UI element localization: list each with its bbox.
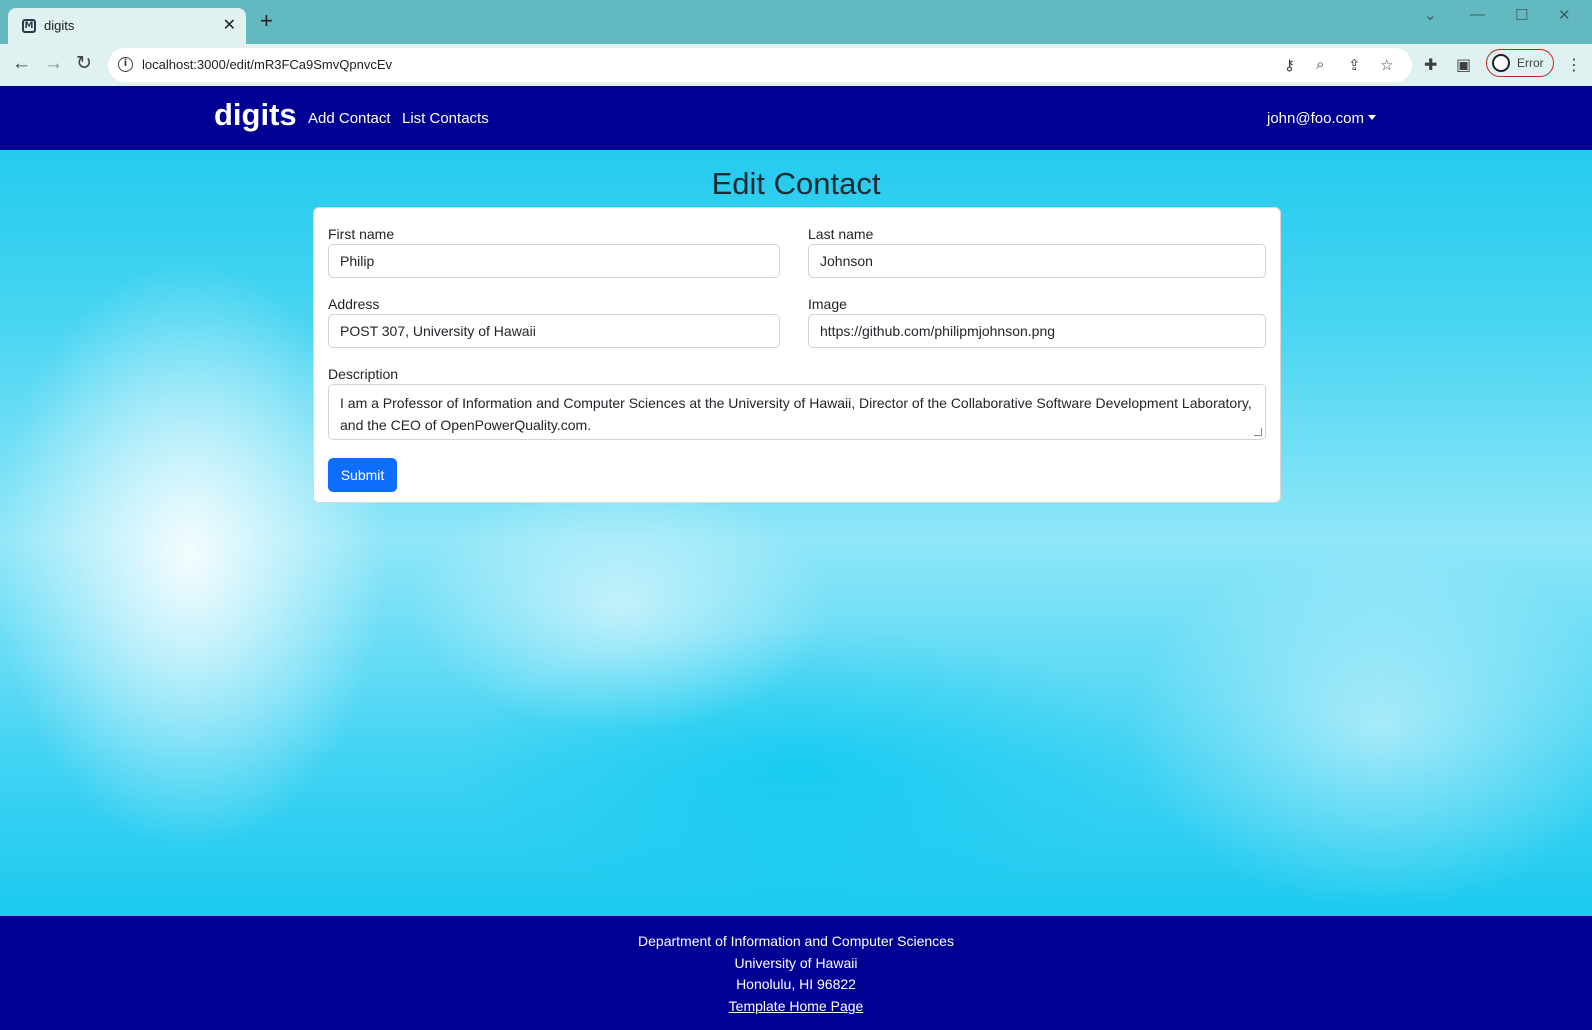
window-close-icon[interactable]: ✕ (1558, 6, 1571, 24)
site-info-icon[interactable]: i (118, 57, 133, 72)
bookmark-star-icon[interactable]: ☆ (1380, 56, 1393, 74)
description-text: I am a Professor of Information and Comp… (340, 395, 1252, 433)
footer-address: Honolulu, HI 96822 (736, 976, 856, 992)
edit-contact-form: First name Philip Last name Johnson Addr… (313, 207, 1281, 503)
last-name-label: Last name (808, 226, 874, 242)
profile-status-text: Error (1517, 56, 1544, 70)
profile-avatar-icon (1492, 54, 1510, 72)
forward-arrow-icon[interactable]: → (44, 53, 63, 75)
password-key-icon[interactable]: ⚷ (1284, 56, 1295, 74)
image-url-input[interactable]: https://github.com/philipmjohnson.png (808, 314, 1266, 348)
extensions-puzzle-icon[interactable]: ✚ (1424, 55, 1437, 75)
site-footer: Department of Information and Computer S… (0, 916, 1592, 1030)
browser-tab-strip: M digits ✕ + ⌄ — ☐ ✕ (0, 0, 1592, 44)
dropdown-caret-icon (1367, 115, 1376, 120)
brand-logo[interactable]: digits (214, 97, 297, 133)
new-tab-icon[interactable]: + (260, 10, 273, 32)
image-label: Image (808, 296, 847, 312)
minimize-icon[interactable]: — (1470, 6, 1485, 23)
page-title: Edit Contact (711, 166, 881, 201)
nav-list-contacts[interactable]: List Contacts (402, 110, 489, 127)
address-bar[interactable]: i localhost:3000/edit/mR3FCa9SmvQpnvcEv … (108, 48, 1412, 82)
footer-template-link[interactable]: Template Home Page (729, 998, 864, 1014)
maximize-icon[interactable]: ☐ (1515, 6, 1528, 24)
address-url[interactable]: localhost:3000/edit/mR3FCa9SmvQpnvcEv (142, 57, 392, 72)
browser-menu-icon[interactable]: ⋮ (1566, 55, 1582, 75)
footer-university: University of Hawaii (734, 955, 858, 971)
address-input[interactable]: POST 307, University of Hawaii (328, 314, 780, 348)
description-label: Description (328, 366, 399, 382)
side-panel-icon[interactable]: ▣ (1456, 55, 1471, 75)
share-icon[interactable]: ⇪ (1348, 56, 1361, 74)
browser-tab[interactable]: M digits ✕ (8, 8, 246, 44)
first-name-input[interactable]: Philip (328, 244, 780, 278)
user-email: john@foo.com (1267, 110, 1364, 127)
tab-close-icon[interactable]: ✕ (223, 15, 236, 35)
site-navbar: digits Add Contact List Contacts john@fo… (0, 86, 1592, 150)
description-textarea[interactable]: I am a Professor of Information and Comp… (328, 384, 1266, 440)
page-body: digits Add Contact List Contacts john@fo… (0, 86, 1592, 1030)
reload-icon[interactable]: ↻ (76, 53, 92, 75)
submit-button[interactable]: Submit (328, 458, 397, 492)
user-dropdown[interactable]: john@foo.com (1267, 110, 1376, 127)
address-label: Address (328, 296, 380, 312)
resize-grip-icon[interactable] (1254, 428, 1262, 436)
tab-title: digits (44, 18, 75, 33)
last-name-input[interactable]: Johnson (808, 244, 1266, 278)
site-favicon-icon: M (22, 19, 36, 33)
nav-add-contact[interactable]: Add Contact (308, 110, 391, 127)
zoom-icon[interactable]: ⌕ (1316, 56, 1324, 73)
footer-department: Department of Information and Computer S… (638, 933, 954, 949)
first-name-label: First name (328, 226, 395, 242)
profile-error-chip[interactable]: Error (1486, 49, 1554, 77)
tab-search-chevron-icon[interactable]: ⌄ (1424, 6, 1437, 24)
browser-toolbar: ← → ↻ i localhost:3000/edit/mR3FCa9SmvQp… (0, 44, 1592, 86)
back-arrow-icon[interactable]: ← (12, 53, 31, 75)
